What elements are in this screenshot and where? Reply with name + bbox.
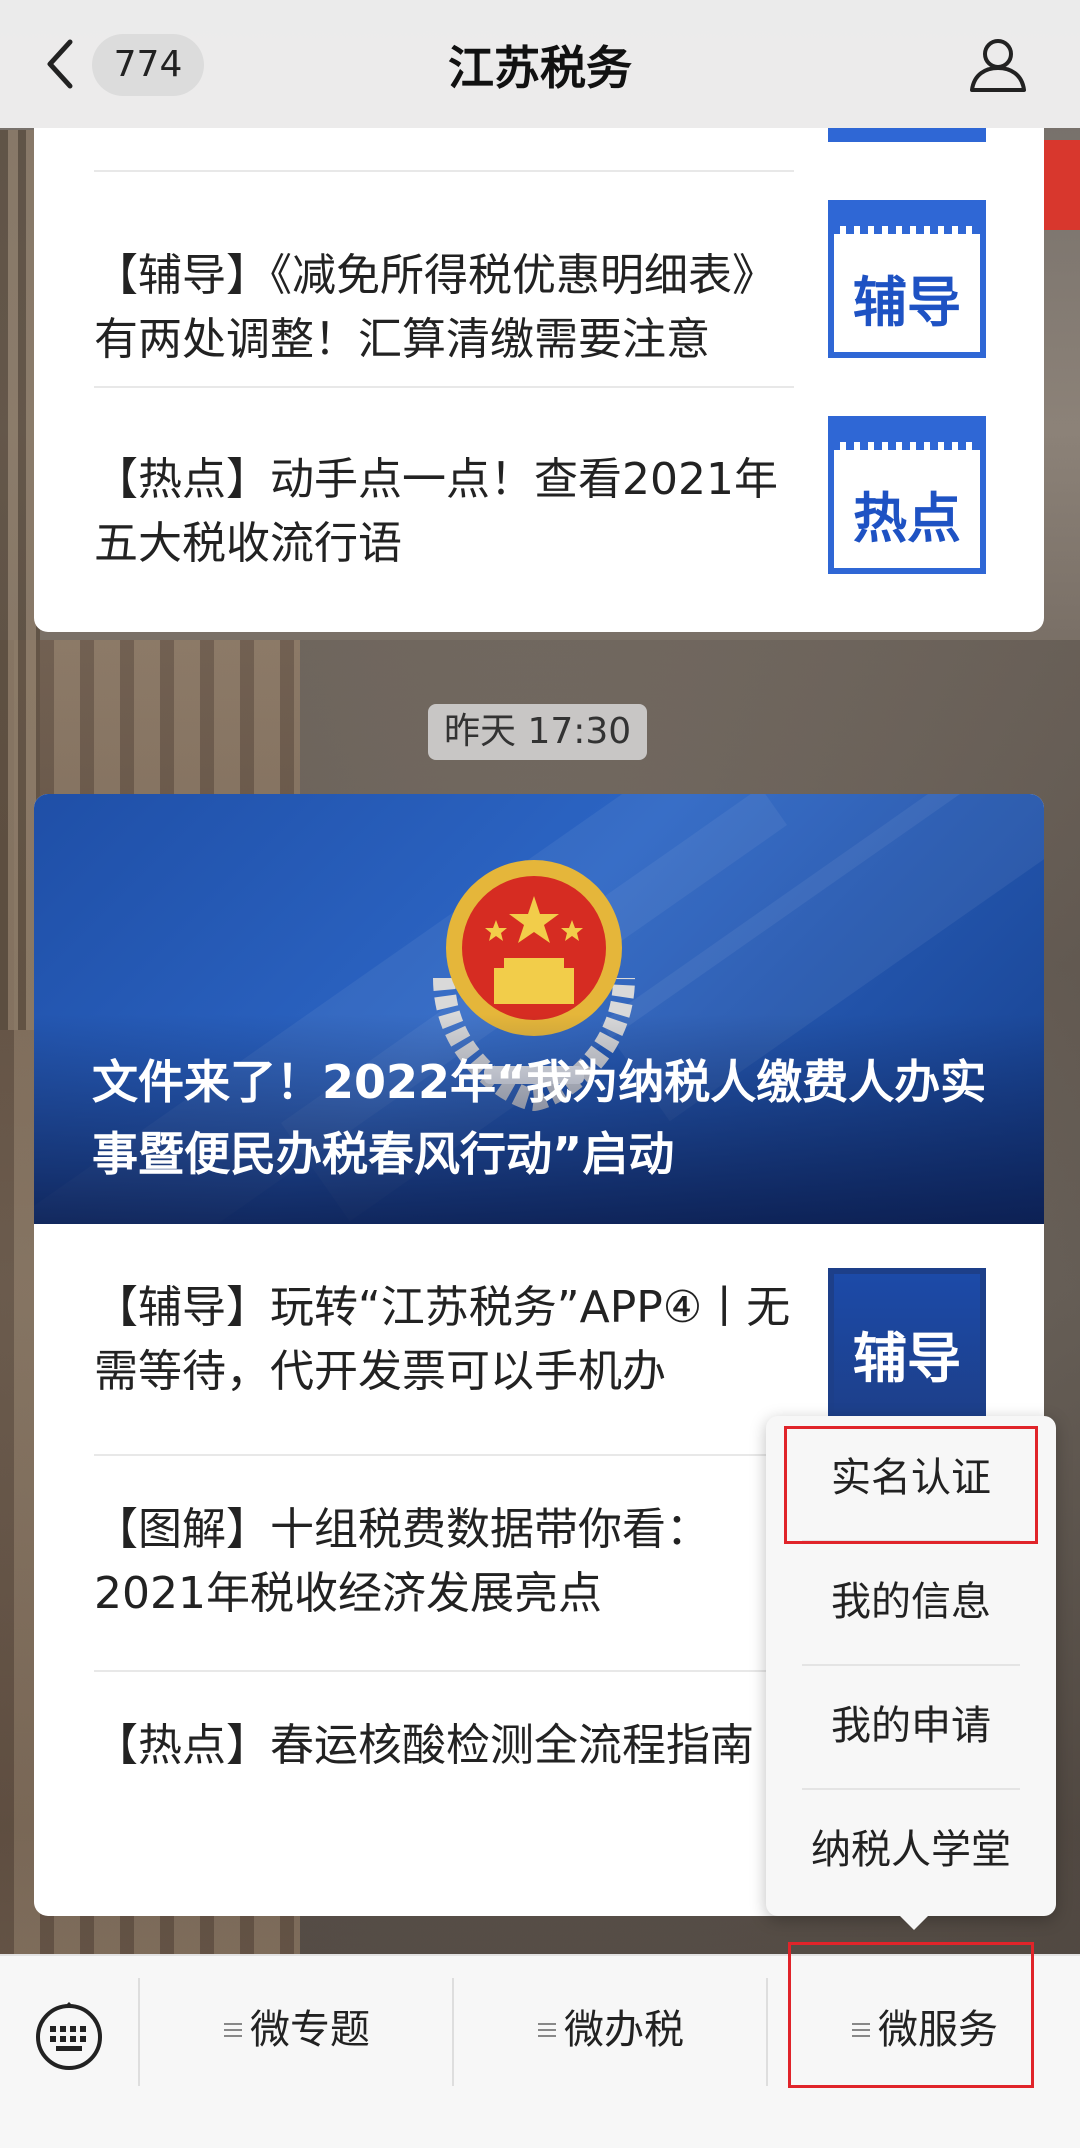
divider xyxy=(94,1670,794,1672)
tab-label: 微办税 xyxy=(564,2007,684,2053)
article-title: 【辅导】玩转“江苏税务”APP④丨无需等待，代开发票可以手机办 xyxy=(94,1282,791,1397)
menu-item-taxpayer-school[interactable]: 纳税人学堂 xyxy=(766,1788,1056,1912)
article-title: 【热点】春运核酸检测全流程指南 xyxy=(94,1720,754,1771)
divider xyxy=(94,170,794,172)
thumbnail-partial xyxy=(828,128,986,142)
user-profile-icon[interactable] xyxy=(968,34,1028,94)
divider xyxy=(94,386,794,388)
submenu-lines-icon xyxy=(538,2023,556,2041)
tab-micro-tax-handling[interactable]: 微办税 xyxy=(454,1956,768,2104)
page-title: 江苏税务 xyxy=(448,41,632,95)
top-nav-bar: 774 江苏税务 xyxy=(0,0,1080,128)
menu-item-my-applications[interactable]: 我的申请 xyxy=(766,1664,1056,1788)
article-thumbnail[interactable]: 热点 xyxy=(828,416,986,574)
tab-micro-topics[interactable]: 微专题 xyxy=(140,1956,454,2104)
menu-item-my-info[interactable]: 我的信息 xyxy=(766,1540,1056,1664)
keyboard-toggle-icon[interactable] xyxy=(34,2002,104,2072)
divider xyxy=(94,1454,794,1456)
thumbnail-label: 热点 xyxy=(853,487,961,550)
thumbnail-label: 辅导 xyxy=(853,271,961,334)
hero-article[interactable]: 文件来了！2022年“我为纳税人缴费人办实事暨便民办税春风行动”启动 xyxy=(34,794,1044,1224)
submenu-lines-icon xyxy=(224,2023,242,2041)
article-card-previous: 【辅导】《减免所得税优惠明细表》有两处调整！汇算清缴需要注意 辅导 【热点】动手… xyxy=(34,128,1044,632)
highlight-box-micro-services xyxy=(788,1942,1034,2088)
article-title: 【热点】动手点一点！查看2021年五大税收流行语 xyxy=(94,454,778,569)
tab-label: 微专题 xyxy=(250,2007,370,2053)
article-title: 【图解】十组税费数据带你看：2021年税收经济发展亮点 xyxy=(94,1504,710,1619)
article-thumbnail[interactable]: 辅导 xyxy=(828,200,986,358)
thumbnail-label: 辅导 xyxy=(853,1327,961,1390)
article-title: 【辅导】《减免所得税优惠明细表》有两处调整！汇算清缴需要注意 xyxy=(94,250,776,365)
article-thumbnail[interactable]: 辅导 xyxy=(828,1268,986,1426)
hero-article-title: 文件来了！2022年“我为纳税人缴费人办实事暨便民办税春风行动”启动 xyxy=(92,1055,987,1181)
highlight-box-real-name-auth xyxy=(784,1426,1038,1544)
message-timestamp: 昨天 17:30 xyxy=(428,704,648,760)
